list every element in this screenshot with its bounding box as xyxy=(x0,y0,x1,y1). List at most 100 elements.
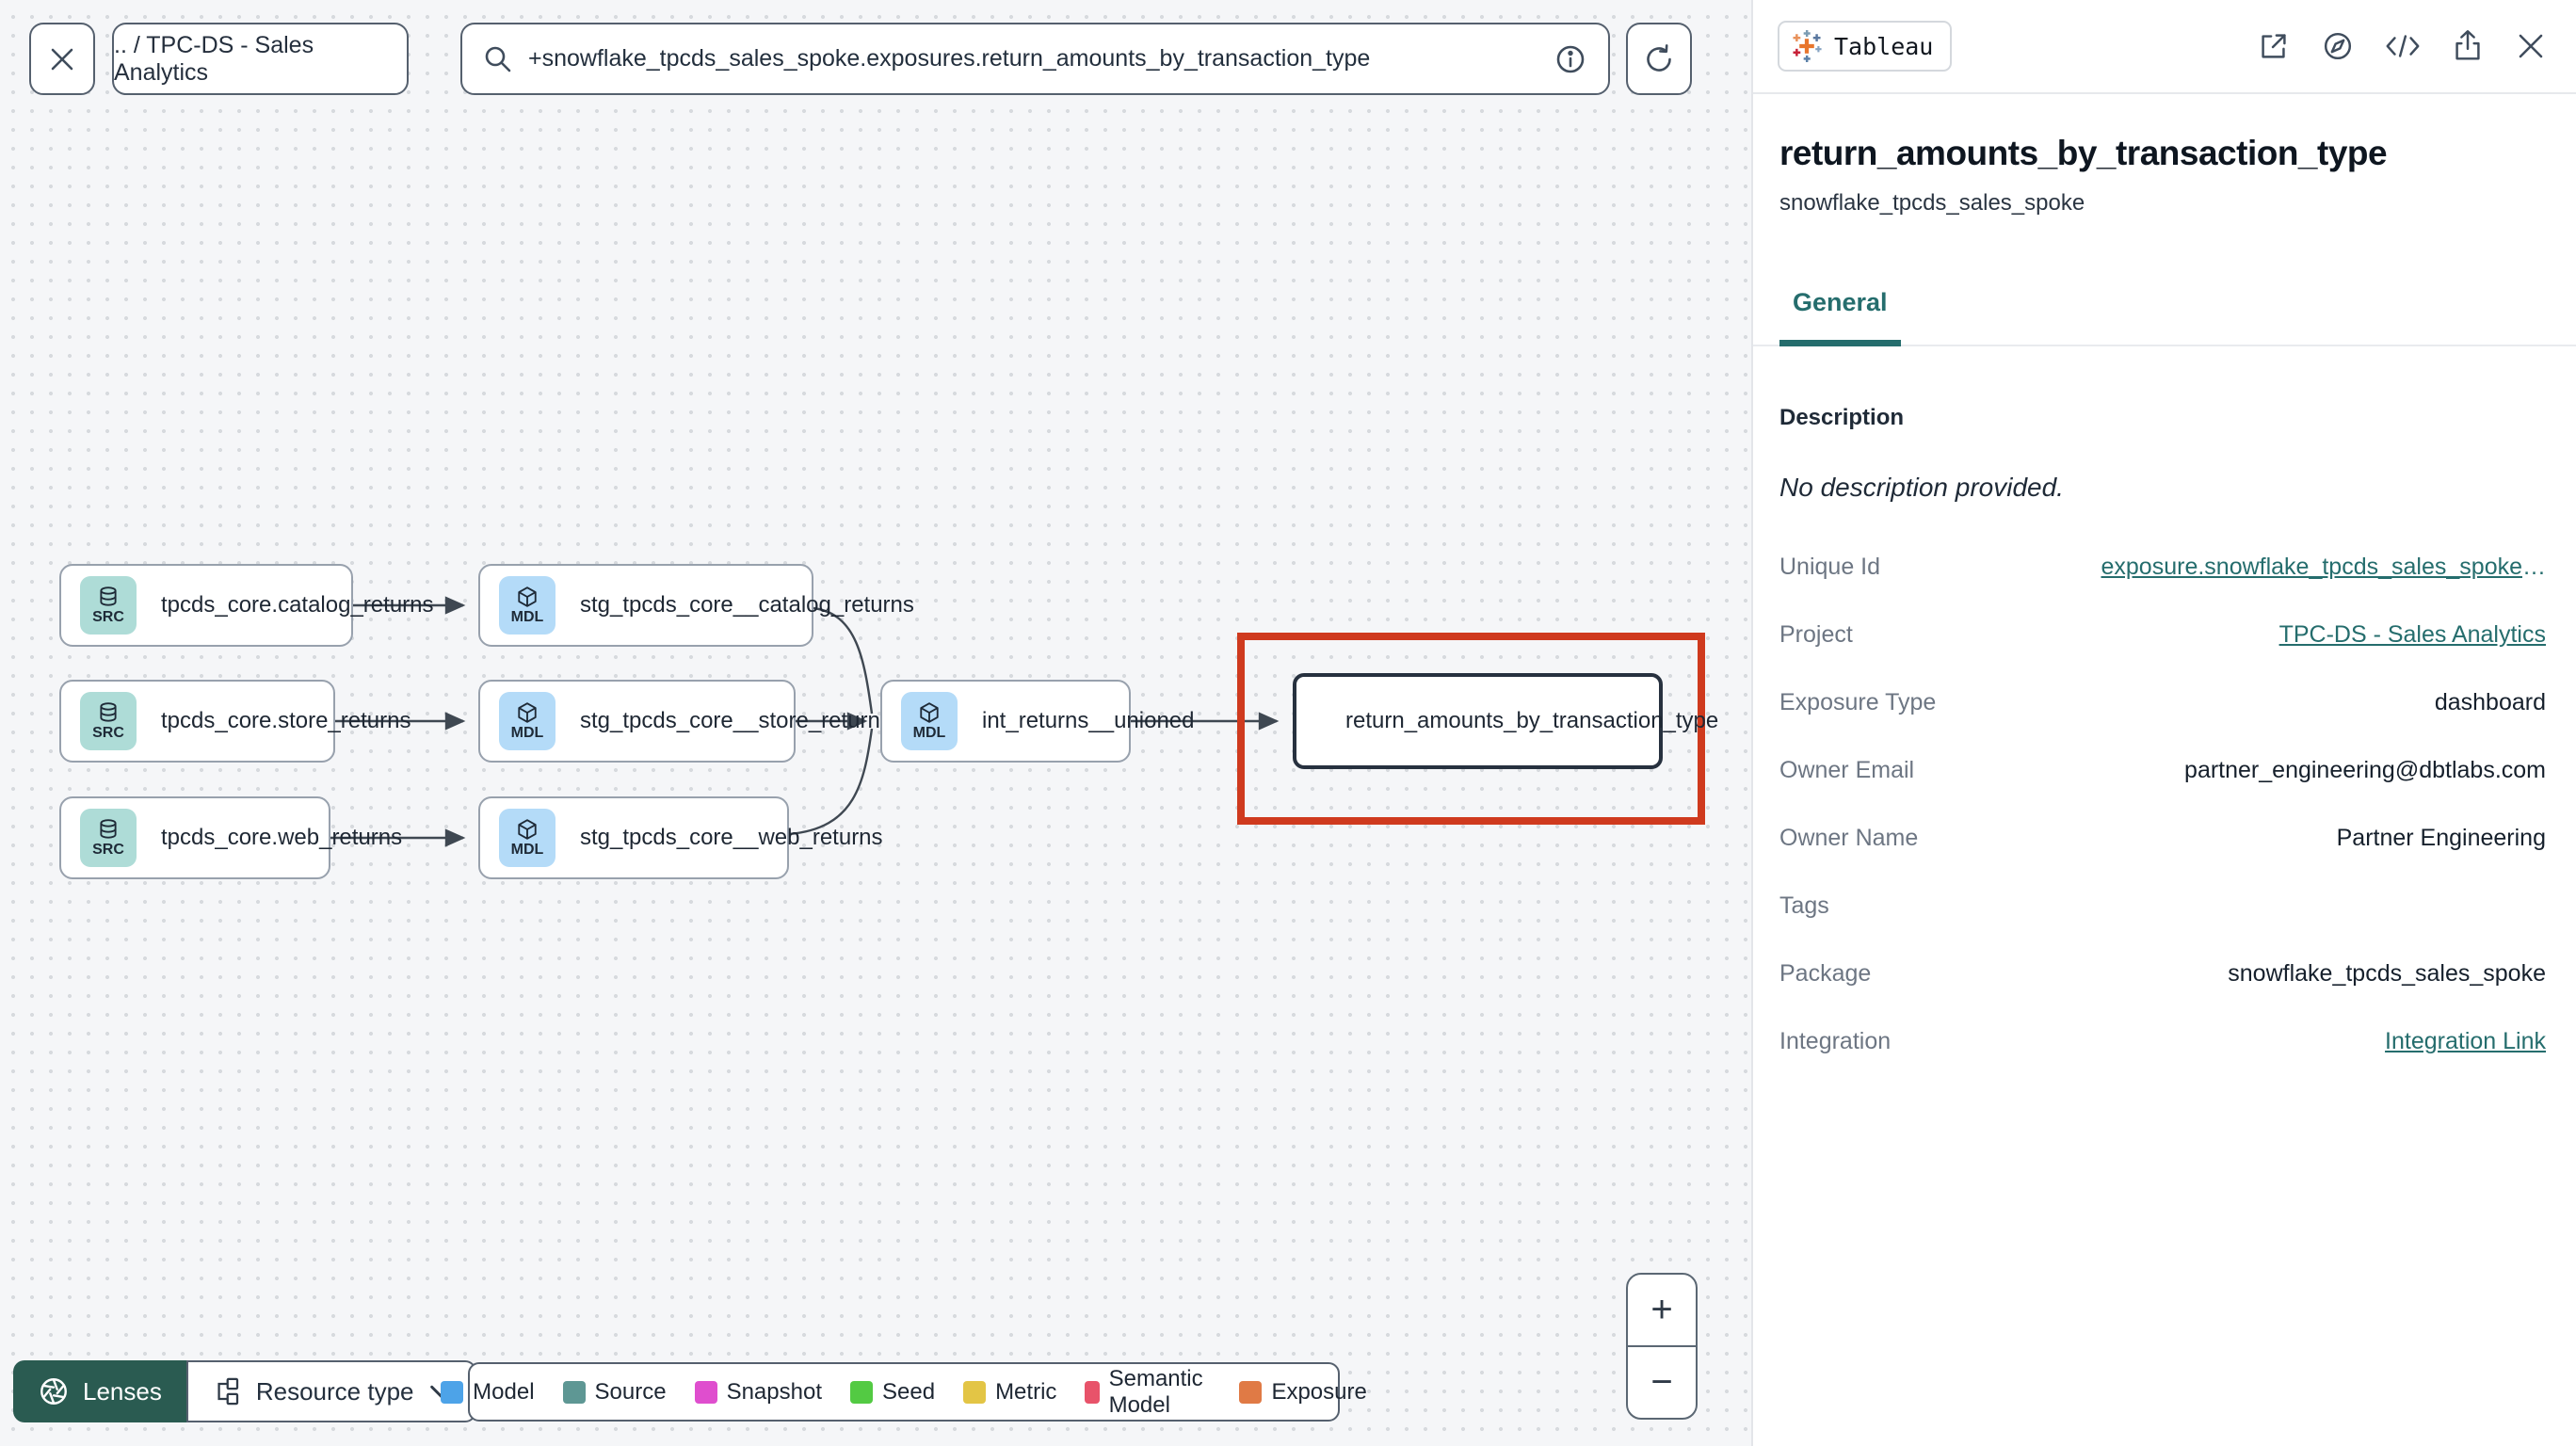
unique-id-link[interactable]: exposure.snowflake_tpcds_sales_spoke xyxy=(2101,554,2523,580)
database-icon xyxy=(100,702,117,722)
lineage-canvas[interactable]: .. / TPC-DS - Sales Analytics SRC tpcds_… xyxy=(0,0,1751,1446)
close-search-button[interactable] xyxy=(29,23,95,95)
source-swatch xyxy=(562,1380,586,1404)
search-bar[interactable] xyxy=(460,23,1610,95)
unique-id-ellipsis: … xyxy=(2522,554,2546,580)
description-empty-text: No description provided. xyxy=(1779,473,2064,502)
resource-type-dropdown[interactable]: Resource type xyxy=(185,1360,476,1422)
external-link-icon xyxy=(2262,34,2286,58)
project-link[interactable]: TPC-DS - Sales Analytics xyxy=(2279,621,2546,648)
search-input[interactable] xyxy=(528,45,1538,72)
database-icon xyxy=(100,586,117,606)
close-panel-button[interactable] xyxy=(2514,29,2548,63)
legend-item-snapshot: Snapshot xyxy=(694,1379,822,1406)
package-value: snowflake_tpcds_sales_spoke xyxy=(2228,960,2546,987)
resource-type-legend: Model Source Snapshot Seed Metric Semant… xyxy=(441,1362,1367,1422)
legend-item-metric: Metric xyxy=(963,1379,1056,1406)
view-code-button[interactable] xyxy=(2384,30,2422,62)
semantic-model-swatch xyxy=(1085,1380,1100,1404)
zoom-in-button[interactable]: + xyxy=(1628,1275,1696,1347)
field-integration: Integration Integration Link xyxy=(1779,1028,2546,1054)
tableau-badge-label: Tableau xyxy=(1834,32,1934,60)
legend-item-exposure: Exposure xyxy=(1239,1379,1367,1406)
node-stg-store-returns[interactable]: MDL stg_tpcds_core__store_returns xyxy=(478,680,892,763)
seed-swatch xyxy=(850,1380,873,1404)
node-exposure-return-amounts[interactable]: return_amounts_by_transaction_type xyxy=(1293,673,1718,769)
snapshot-swatch xyxy=(694,1380,717,1404)
node-label: tpcds_core.web_returns xyxy=(161,825,403,850)
legend-item-source: Source xyxy=(562,1379,667,1406)
model-swatch xyxy=(441,1380,464,1404)
tableau-badge: Tableau xyxy=(1778,21,1953,72)
refresh-button[interactable] xyxy=(1626,23,1692,95)
node-label: tpcds_core.catalog_returns xyxy=(161,592,434,618)
field-owner-name: Owner Name Partner Engineering xyxy=(1779,825,2546,851)
search-icon xyxy=(485,46,511,72)
node-source-web-returns[interactable]: SRC tpcds_core.web_returns xyxy=(59,796,402,879)
node-source-catalog-returns[interactable]: SRC tpcds_core.catalog_returns xyxy=(59,564,434,647)
source-badge: SRC xyxy=(80,576,137,635)
description-heading: Description xyxy=(1779,405,1905,430)
details-panel-body: return_amounts_by_transaction_type snowf… xyxy=(1753,94,2576,217)
exposure-type-value: dashboard xyxy=(2434,689,2546,715)
node-label: return_amounts_by_transaction_type xyxy=(1345,708,1719,733)
model-badge: MDL xyxy=(901,692,958,750)
node-label: stg_tpcds_core__store_returns xyxy=(580,708,892,733)
model-badge: MDL xyxy=(499,576,555,635)
general-section: Description No description provided. Uni… xyxy=(1753,405,2576,1056)
code-icon xyxy=(2386,35,2420,57)
metadata-fields: Unique Id exposure.snowflake_tpcds_sales… xyxy=(1779,554,2546,1056)
resource-type-label: Resource type xyxy=(255,1376,414,1406)
share-button[interactable] xyxy=(2450,28,2486,64)
legend-item-seed: Seed xyxy=(850,1379,935,1406)
aperture-icon xyxy=(40,1378,67,1405)
node-stg-catalog-returns[interactable]: MDL stg_tpcds_core__catalog_returns xyxy=(478,564,914,647)
source-badge: SRC xyxy=(80,692,137,750)
zoom-control: + − xyxy=(1626,1273,1698,1420)
lenses-button[interactable]: Lenses xyxy=(13,1360,186,1422)
node-stg-web-returns[interactable]: MDL stg_tpcds_core__web_returns xyxy=(478,796,883,879)
tableau-logo-icon xyxy=(1793,30,1822,62)
exposure-swatch xyxy=(1239,1380,1263,1404)
breadcrumb[interactable]: .. / TPC-DS - Sales Analytics xyxy=(112,23,409,95)
integration-link[interactable]: Integration Link xyxy=(2385,1028,2546,1054)
field-tags: Tags xyxy=(1779,892,1829,919)
metric-swatch xyxy=(963,1380,987,1404)
panel-tabs: General xyxy=(1753,275,2576,346)
cube-icon xyxy=(518,702,537,723)
model-badge: MDL xyxy=(499,809,555,867)
node-label: stg_tpcds_core__catalog_returns xyxy=(580,592,914,618)
info-icon[interactable] xyxy=(1554,42,1587,76)
field-owner-email: Owner Email partner_engineering@dbtlabs.… xyxy=(1779,757,2546,783)
open-external-button[interactable] xyxy=(2256,28,2292,64)
bottom-controls: Lenses Resource type xyxy=(13,1360,476,1422)
cube-icon xyxy=(518,586,537,607)
explore-lineage-button[interactable] xyxy=(2320,28,2356,64)
field-project: Project TPC-DS - Sales Analytics xyxy=(1779,621,2546,648)
node-source-store-returns[interactable]: SRC tpcds_core.store_returns xyxy=(59,680,411,763)
details-panel: Tableau return_amounts_by_transaction_ty… xyxy=(1751,0,2576,1446)
source-badge: SRC xyxy=(80,809,137,867)
share-icon xyxy=(2455,30,2480,60)
resource-package-subtitle: snowflake_tpcds_sales_spoke xyxy=(1779,190,2085,216)
node-label: int_returns__unioned xyxy=(982,708,1195,733)
owner-email-value: partner_engineering@dbtlabs.com xyxy=(2184,757,2546,783)
legend-item-model: Model xyxy=(441,1379,535,1406)
node-int-returns-unioned[interactable]: MDL int_returns__unioned xyxy=(880,680,1195,763)
breadcrumb-label: .. / TPC-DS - Sales Analytics xyxy=(114,31,314,86)
legend-item-semantic-model: Semantic Model xyxy=(1085,1366,1211,1419)
node-label: tpcds_core.store_returns xyxy=(161,708,411,733)
zoom-out-button[interactable]: − xyxy=(1628,1347,1696,1418)
field-exposure-type: Exposure Type dashboard xyxy=(1779,689,2546,715)
resource-title: return_amounts_by_transaction_type xyxy=(1779,134,2388,172)
owner-name-value: Partner Engineering xyxy=(2336,825,2546,851)
field-unique-id: Unique Id exposure.snowflake_tpcds_sales… xyxy=(1779,554,2546,580)
details-panel-header: Tableau xyxy=(1753,0,2576,94)
field-package: Package snowflake_tpcds_sales_spoke xyxy=(1779,960,2546,987)
node-label: stg_tpcds_core__web_returns xyxy=(580,825,883,850)
tab-general[interactable]: General xyxy=(1779,275,1901,346)
database-icon xyxy=(100,819,117,839)
close-icon xyxy=(2519,34,2543,58)
close-icon xyxy=(51,48,73,70)
lenses-label: Lenses xyxy=(83,1376,162,1406)
